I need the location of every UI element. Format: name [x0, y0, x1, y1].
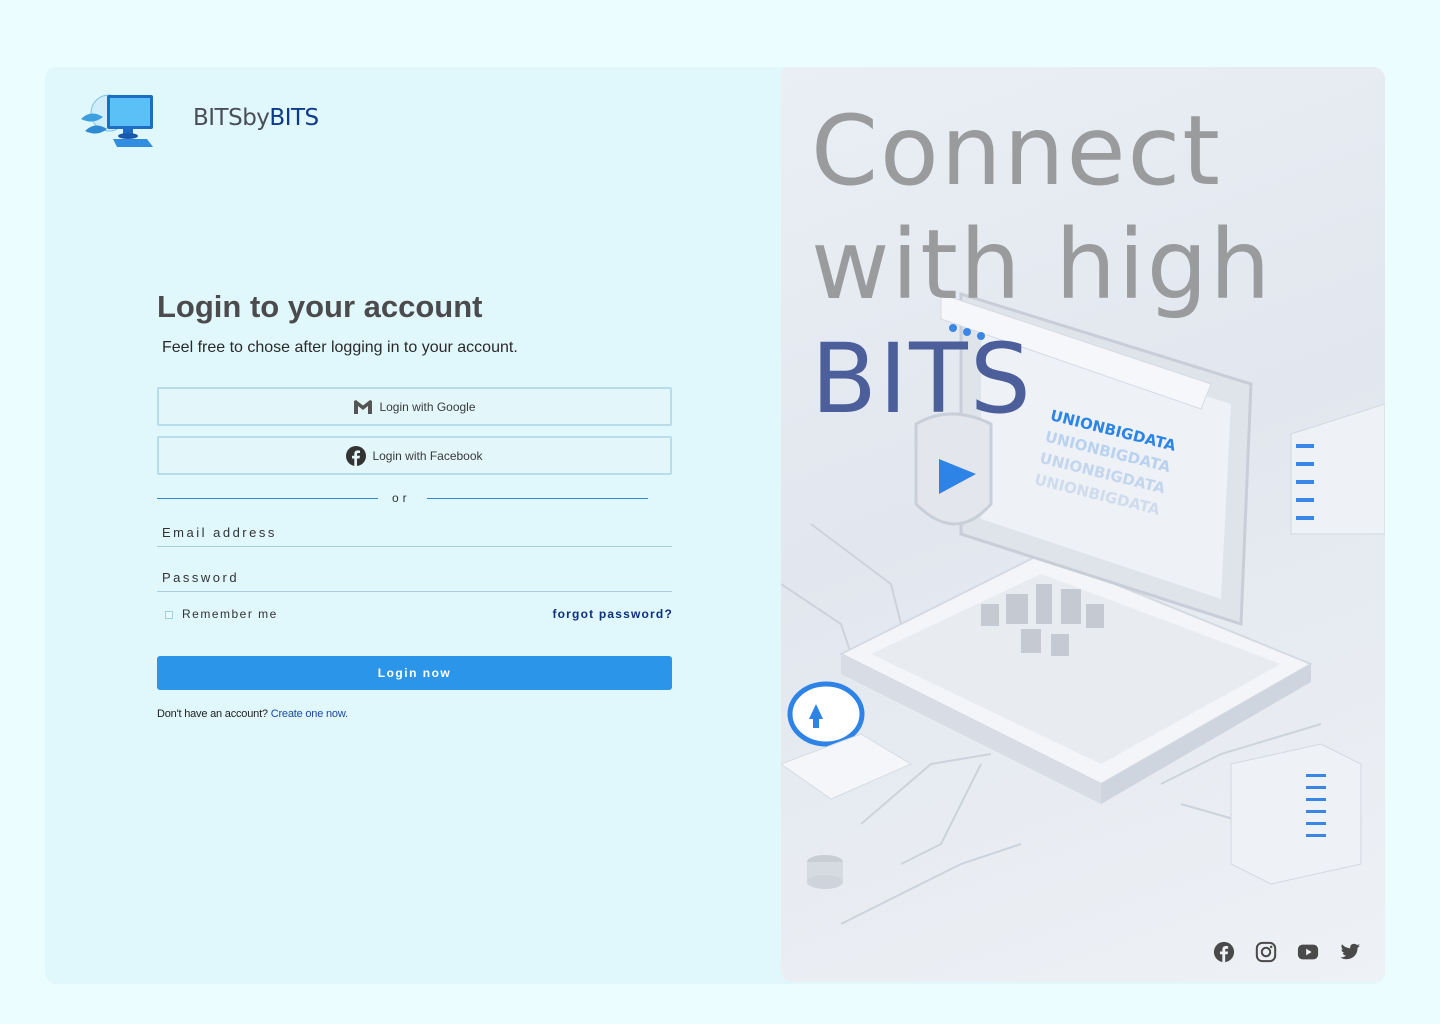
- brand-name-part2: BITS: [269, 105, 319, 131]
- login-now-button[interactable]: Login now: [157, 656, 672, 690]
- remember-row: Remember me forgot password?: [157, 605, 672, 627]
- email-placeholder: Email address: [162, 525, 277, 540]
- youtube-icon[interactable]: [1297, 941, 1319, 963]
- login-with-google-button[interactable]: Login with Google: [157, 387, 672, 426]
- brand-logo-icon: [81, 94, 153, 147]
- hero-line-3: BITS: [811, 323, 1033, 435]
- divider-line-right: [427, 498, 648, 499]
- hero-heading: Connect with high BITS: [811, 94, 1272, 436]
- gmail-icon: [354, 399, 373, 414]
- hero-line-1: Connect: [811, 95, 1222, 207]
- divider-line-left: [157, 498, 378, 499]
- or-divider: or: [157, 487, 672, 511]
- login-with-facebook-button[interactable]: Login with Facebook: [157, 436, 672, 475]
- hero-line-2: with high: [811, 209, 1273, 321]
- login-panel: BITSbyBITS Login to your account Feel fr…: [45, 67, 781, 984]
- facebook-logo-icon: [346, 445, 367, 466]
- signup-prompt: Don't have an account? Create one now.: [157, 708, 672, 720]
- social-links: [1213, 941, 1361, 963]
- hero-panel: UNIONBIGDATA UNIONBIGDATA UNIONBIGDATA U…: [781, 67, 1385, 982]
- remember-me-label: Remember me: [182, 607, 278, 621]
- divider-text: or: [392, 491, 411, 505]
- brand-name: BITSbyBITS: [193, 105, 319, 131]
- signup-prompt-text: Don't have an account?: [157, 708, 268, 720]
- login-card: BITSbyBITS Login to your account Feel fr…: [45, 67, 1385, 984]
- brand-name-part1: BITSby: [193, 105, 270, 131]
- page-subtitle: Feel free to chose after logging in to y…: [162, 339, 518, 356]
- password-placeholder: Password: [162, 570, 240, 585]
- instagram-icon[interactable]: [1255, 941, 1277, 963]
- forgot-password-link[interactable]: forgot password?: [552, 607, 673, 621]
- facebook-icon[interactable]: [1213, 941, 1235, 963]
- page-title: Login to your account: [157, 289, 483, 324]
- facebook-button-label: Login with Facebook: [372, 448, 483, 463]
- email-field[interactable]: Email address: [157, 511, 672, 547]
- google-button-label: Login with Google: [379, 399, 476, 414]
- remember-me-checkbox[interactable]: [165, 611, 173, 619]
- create-account-link[interactable]: Create one now.: [271, 708, 348, 720]
- password-field[interactable]: Password: [157, 556, 672, 592]
- twitter-icon[interactable]: [1339, 941, 1361, 963]
- login-form: Login to your account Feel free to chose…: [157, 289, 672, 720]
